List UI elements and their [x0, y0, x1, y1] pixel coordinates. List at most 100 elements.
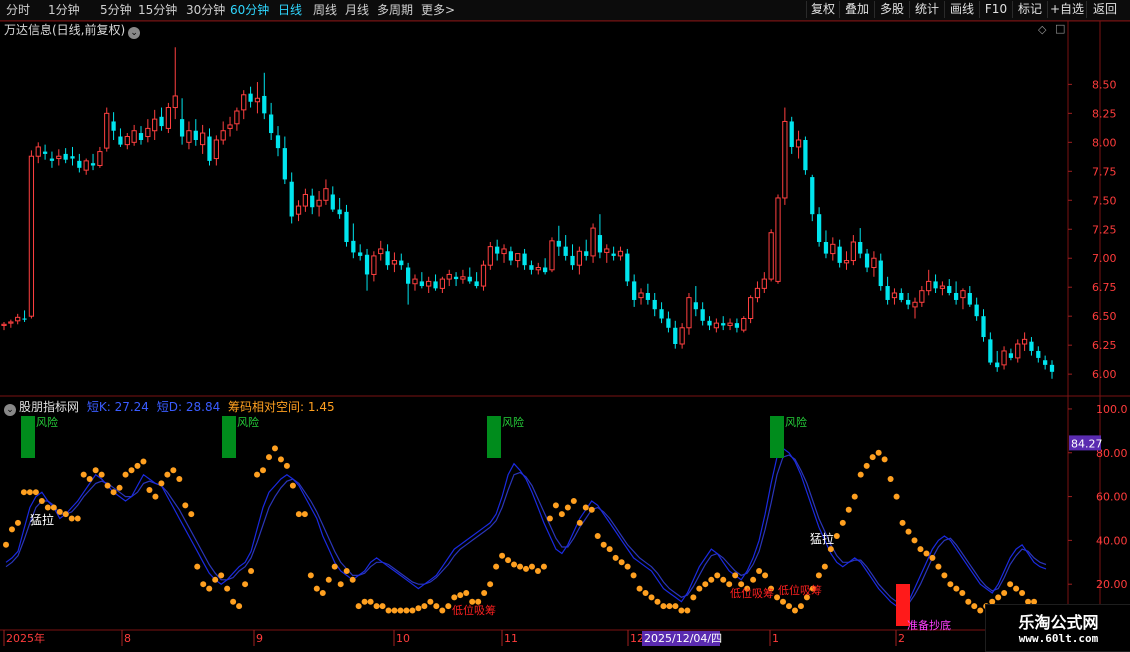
chip-space-dot — [869, 454, 876, 461]
chip-space-dot — [415, 605, 422, 612]
candle-body — [693, 302, 698, 310]
chip-space-dot — [523, 565, 529, 572]
price-axis-label: 8.50 — [1092, 78, 1117, 91]
chip-space-dot — [905, 528, 912, 535]
indicator-name[interactable]: 股朋指标网 — [19, 400, 79, 414]
diamond-icon[interactable]: ◇ — [1038, 23, 1046, 36]
candle-body — [939, 285, 946, 289]
risk-signal-bar — [21, 416, 35, 458]
candle-body — [118, 136, 123, 145]
candle-body — [56, 155, 62, 160]
candle-body — [981, 316, 986, 338]
surge-label: 猛拉 — [810, 531, 834, 546]
candle-body — [227, 124, 233, 129]
candle-body — [906, 299, 911, 305]
candle-body — [15, 316, 21, 322]
candle-body — [364, 254, 370, 275]
chip-space-dot — [672, 603, 679, 610]
chip-space-dot — [224, 585, 231, 592]
chip-space-dot — [606, 546, 613, 553]
price-axis-label: 6.25 — [1092, 339, 1117, 352]
candle-body — [515, 253, 521, 262]
chip-space-dot — [218, 572, 225, 579]
candle-body — [926, 280, 932, 292]
candle-body — [220, 130, 226, 141]
candle-body — [843, 260, 850, 264]
chip-space-dot — [110, 489, 117, 496]
candle-body — [269, 114, 274, 134]
candle-body — [543, 267, 548, 273]
candle-body — [351, 240, 356, 253]
candle-body — [761, 278, 767, 289]
candle-body — [556, 240, 561, 247]
chip-space-dot — [212, 576, 219, 583]
candle-body — [439, 278, 446, 289]
candle-body — [823, 242, 829, 254]
chip-space-dot — [200, 581, 207, 588]
candle-body — [721, 323, 726, 326]
candle-body — [159, 116, 164, 127]
chip-space-dot — [690, 594, 697, 601]
candle-body — [638, 292, 644, 299]
candle-body — [645, 293, 650, 300]
watermark-title: 乐淘公式网 — [1018, 613, 1099, 632]
chip-space-dot — [612, 554, 619, 561]
site-watermark: 乐淘公式网 www.60lt.com — [985, 604, 1130, 652]
candle-body — [254, 97, 261, 103]
chip-space-dot — [277, 456, 284, 463]
chip-space-dot — [134, 462, 141, 469]
chip-space-dot — [307, 572, 314, 579]
candle-body — [584, 251, 589, 256]
chip-space-dot — [654, 598, 661, 605]
candle-body — [864, 253, 870, 268]
watermark-url: www.60lt.com — [1018, 632, 1099, 645]
chip-space-dot — [696, 585, 703, 592]
indicator-axis-label: 20.00 — [1096, 578, 1128, 591]
candle-body — [563, 246, 568, 256]
candle-body — [576, 250, 582, 266]
chip-space-dot — [68, 515, 75, 522]
chip-space-dot — [546, 515, 553, 522]
chip-space-dot — [965, 598, 972, 605]
low-absorb-label: 低位吸筹 — [730, 586, 774, 600]
candle-body — [193, 130, 198, 140]
maximize-icon[interactable]: □ — [1055, 22, 1065, 35]
chip-space-dot — [182, 502, 189, 509]
candle-body — [754, 287, 761, 299]
chevron-down-icon[interactable]: ⌄ — [4, 404, 16, 416]
candle-body — [679, 327, 685, 345]
price-axis-label: 7.75 — [1092, 165, 1117, 178]
candle-body — [49, 158, 55, 161]
candle-body — [241, 94, 247, 111]
chip-space-dot — [576, 519, 583, 526]
candle-body — [282, 148, 287, 180]
time-axis-label: 8 — [124, 632, 131, 645]
time-axis-label: 2025年 — [6, 631, 45, 645]
chip-space-dot — [977, 607, 984, 614]
candle-body — [700, 309, 705, 321]
chip-space-dot — [433, 603, 440, 610]
candle-body — [467, 276, 472, 282]
candle-body — [501, 248, 507, 255]
candle-body — [988, 339, 993, 363]
candle-body — [399, 260, 404, 266]
risk-label: 风险 — [502, 415, 524, 429]
price-axis-label: 8.00 — [1092, 136, 1117, 149]
candle-body — [878, 260, 883, 287]
candle-body — [35, 146, 41, 157]
chip-space-dot — [20, 489, 27, 496]
chip-space-dot — [911, 537, 918, 544]
chip-space-dot — [552, 502, 559, 509]
cursor-date-text: 2025/12/04/四 — [644, 632, 722, 645]
chip-space-dot — [558, 511, 565, 518]
main-panel-title[interactable]: 万达信息(日线,前复权) ⌄ — [4, 21, 141, 39]
chevron-down-icon[interactable]: ⌄ — [128, 27, 141, 39]
time-axis-label: 12 — [630, 632, 644, 645]
chip-space-dot — [289, 482, 296, 489]
candle-body — [1015, 343, 1021, 359]
candle-body — [535, 267, 541, 271]
chip-space-dot — [445, 603, 452, 610]
chip-space-dot — [463, 589, 470, 596]
kline-chart[interactable]: 风险 风险 风险 风险准备抄底猛拉猛拉低位吸筹低位吸筹 低位吸筹 8.508.258.0… — [0, 0, 1130, 650]
chip-space-dot — [283, 462, 290, 469]
